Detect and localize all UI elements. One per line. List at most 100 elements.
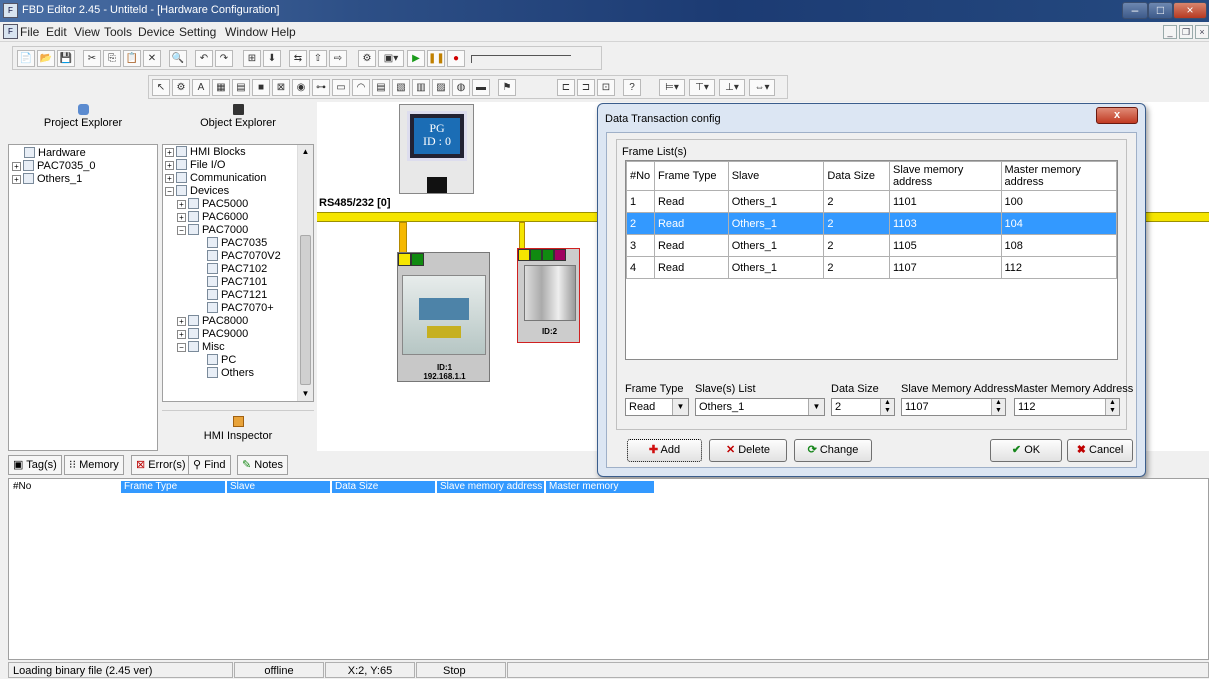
device-1[interactable]: ID:1 192.168.1.1 — [397, 252, 490, 382]
tree-item-others[interactable]: Others — [165, 367, 311, 380]
mdi-restore-icon[interactable]: ❐ — [1179, 25, 1193, 39]
tree-item-pc[interactable]: PC — [165, 354, 311, 367]
cut-icon[interactable]: ✂ — [83, 50, 101, 67]
expand-icon[interactable]: + — [12, 175, 21, 184]
undo-icon[interactable]: ↶ — [195, 50, 213, 67]
scroll-thumb[interactable] — [300, 235, 311, 385]
menu-file[interactable]: File — [20, 25, 39, 39]
tree-item-others[interactable]: + Others_1 — [12, 173, 154, 186]
new-project-icon[interactable]: 📄 — [17, 50, 35, 67]
text-block-icon[interactable]: A — [192, 79, 210, 96]
menu-setting[interactable]: Setting — [179, 25, 216, 39]
tree-item-pac7102[interactable]: PAC7102 — [165, 263, 311, 276]
expand-icon[interactable]: + — [165, 148, 174, 157]
dial-block-icon[interactable]: ◍ — [452, 79, 470, 96]
picture-block-icon[interactable]: ▨ — [432, 79, 450, 96]
panel-block-icon[interactable]: ▤ — [232, 79, 250, 96]
tree-item-hardware[interactable]: Hardware — [12, 147, 154, 160]
menu-window[interactable]: Window — [225, 25, 268, 39]
scroll-up-icon[interactable]: ▲ — [298, 145, 313, 159]
col-slave-address[interactable]: Slave memory address — [889, 161, 1002, 191]
slave-list-select[interactable]: Others_1 ▼ — [695, 398, 825, 416]
distribute-icon[interactable]: ⊐ — [577, 79, 595, 96]
change-button[interactable]: ⟳ Change — [794, 439, 872, 462]
frame-list-table-container[interactable]: #No Frame Type Slave Data Size Slave mem… — [625, 160, 1118, 360]
tree-item-pac9000[interactable]: + PAC9000 — [165, 328, 311, 341]
chevron-down-icon[interactable]: ▼ — [808, 399, 824, 415]
table-row-selected[interactable]: 2 Read Others_1 2 1103 104 — [626, 212, 1117, 235]
tree-item-pac7070v2[interactable]: PAC7070V2 — [165, 250, 311, 263]
tab-find[interactable]: ⚲ Find — [188, 455, 231, 475]
mdi-close-icon[interactable]: × — [1195, 25, 1209, 39]
paste-icon[interactable]: 📋 — [123, 50, 141, 67]
expand-icon[interactable]: + — [165, 174, 174, 183]
transactions-list[interactable]: #No — [8, 478, 1209, 660]
menu-view[interactable]: View — [74, 25, 100, 39]
table-block-icon[interactable]: ▥ — [412, 79, 430, 96]
transfer-icon[interactable]: ⇨ — [329, 50, 347, 67]
object-tree[interactable]: + HMI Blocks + File I/O + Communication − De… — [162, 144, 314, 402]
expand-icon[interactable]: + — [177, 200, 186, 209]
menu-device[interactable]: Device — [138, 25, 175, 39]
delete-button[interactable]: ✕ Delete — [709, 439, 787, 462]
slave-address-spinner[interactable]: 1107 ▲ ▼ — [901, 398, 1006, 416]
tree-item-pac7000[interactable]: − PAC7000 — [165, 224, 311, 237]
delete-icon[interactable]: ✕ — [143, 50, 161, 67]
cancel-button[interactable]: ✖ Cancel — [1067, 439, 1133, 462]
col-data-size[interactable]: Data Size — [823, 161, 891, 191]
col-master-address[interactable]: Master memory address — [1000, 161, 1117, 191]
gear-block-icon[interactable]: ⚙ — [172, 79, 190, 96]
tab-notes[interactable]: ✎ Notes — [237, 455, 289, 475]
save-icon[interactable]: 💾 — [57, 50, 75, 67]
cross-block-icon[interactable]: ⊠ — [272, 79, 290, 96]
expand-icon[interactable]: + — [177, 317, 186, 326]
list-col-slave-address[interactable]: Slave memory address — [437, 481, 545, 493]
pause-icon[interactable]: ❚❚ — [427, 50, 445, 67]
help-block-icon[interactable]: ? — [623, 79, 641, 96]
collapse-icon[interactable]: − — [177, 226, 186, 235]
fill-block-icon[interactable]: ■ — [252, 79, 270, 96]
add-device-icon[interactable]: ⊞ — [243, 50, 261, 67]
align-icon[interactable]: ⊏ — [557, 79, 575, 96]
list-col-master-address[interactable]: Master memory address — [546, 481, 655, 504]
table-row[interactable]: 4 Read Others_1 2 1107 112 — [626, 256, 1117, 279]
data-size-spinner[interactable]: 2 ▲ ▼ — [831, 398, 895, 416]
tree-item-pac6000[interactable]: + PAC6000 — [165, 211, 311, 224]
frame-type-select[interactable]: Read ▼ — [625, 398, 689, 416]
tree-item-communication[interactable]: + Communication — [165, 172, 311, 185]
tree-item-pac7070plus[interactable]: PAC7070+ — [165, 302, 311, 315]
compile-icon[interactable]: ⚙ — [358, 50, 376, 67]
radio-block-icon[interactable]: ◉ — [292, 79, 310, 96]
tree-item-pac7101[interactable]: PAC7101 — [165, 276, 311, 289]
ok-button[interactable]: ✔ OK — [990, 439, 1062, 462]
space-dropdown-icon[interactable]: ⊥▾ — [719, 79, 745, 96]
find-icon[interactable]: 🔍 — [169, 50, 187, 67]
download-icon[interactable]: ⬇ — [263, 50, 281, 67]
speed-slider[interactable] — [471, 55, 571, 63]
tree-item-pac7035[interactable]: + PAC7035_0 — [12, 160, 154, 173]
redo-icon[interactable]: ↷ — [215, 50, 233, 67]
object-tree-scrollbar[interactable]: ▲ ▼ — [297, 145, 313, 401]
table-row[interactable]: 1 Read Others_1 2 1101 100 — [626, 190, 1117, 213]
tree-item-pac8000[interactable]: + PAC8000 — [165, 315, 311, 328]
mdi-minimize-icon[interactable]: _ — [1163, 25, 1177, 39]
build-dropdown-icon[interactable]: ▣▾ — [378, 50, 404, 67]
slider-block-icon[interactable]: ⊶ — [312, 79, 330, 96]
grid-block-icon[interactable]: ▦ — [212, 79, 230, 96]
close-button[interactable]: × — [1173, 2, 1207, 19]
tree-item-hmi-blocks[interactable]: + HMI Blocks — [165, 146, 311, 159]
tree-item-misc[interactable]: − Misc — [165, 341, 311, 354]
col-frame-type[interactable]: Frame Type — [653, 161, 729, 191]
upload-icon[interactable]: ⇧ — [309, 50, 327, 67]
expand-icon[interactable]: + — [165, 161, 174, 170]
list-col-slave[interactable]: Slave — [227, 481, 331, 493]
minimize-button[interactable]: – — [1122, 2, 1148, 19]
open-folder-icon[interactable]: 📂 — [37, 50, 55, 67]
align-left-dropdown-icon[interactable]: ⊨▾ — [659, 79, 685, 96]
expand-icon[interactable]: + — [12, 162, 21, 171]
tree-item-devices[interactable]: − Devices — [165, 185, 311, 198]
chevron-down-icon[interactable]: ▼ — [672, 399, 688, 415]
hmi-inspector-header[interactable]: HMI Inspector — [162, 410, 314, 450]
tree-item-pac7035[interactable]: PAC7035 — [165, 237, 311, 250]
device-2[interactable]: ID:2 — [517, 248, 580, 343]
